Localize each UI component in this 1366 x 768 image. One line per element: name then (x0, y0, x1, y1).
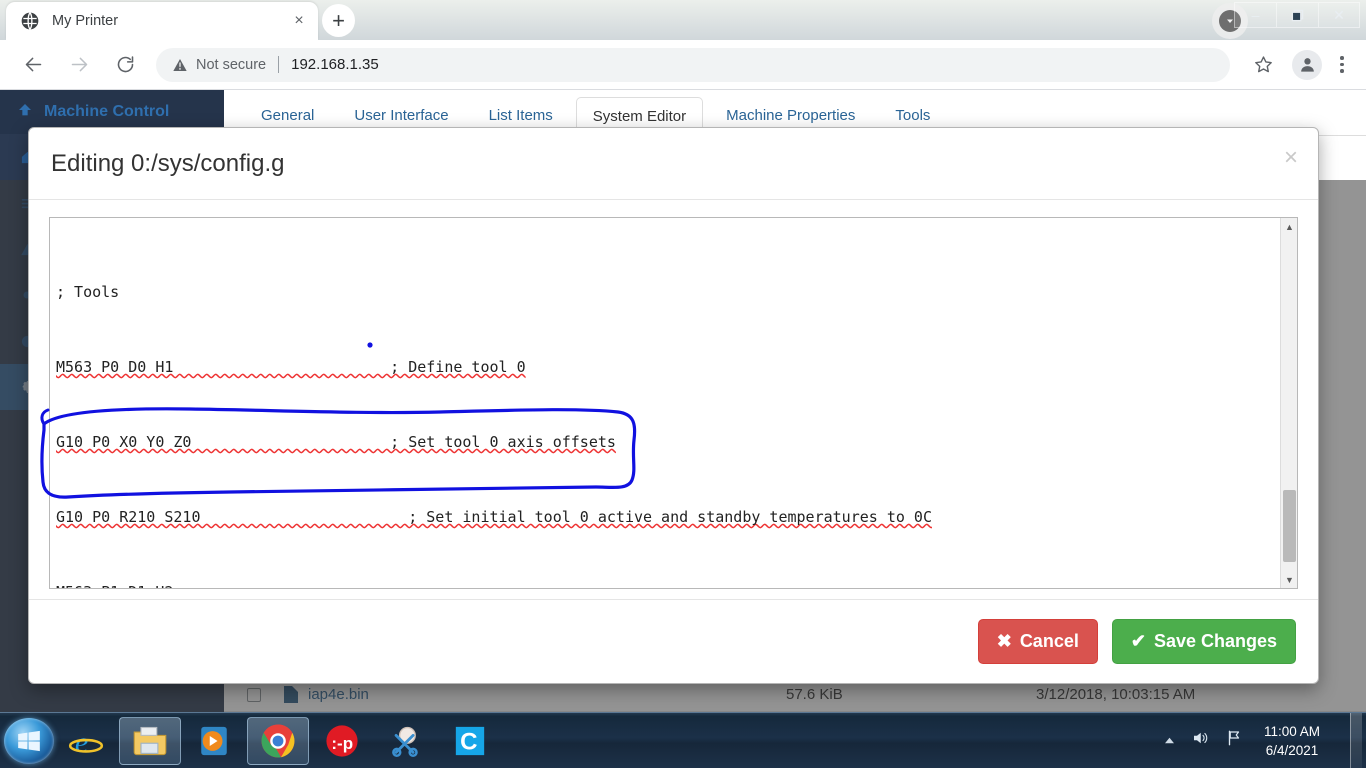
checkmark-icon: ✔ (1130, 631, 1146, 651)
security-status-text: Not secure (196, 56, 267, 73)
chrome-menu-button[interactable] (1328, 56, 1356, 73)
volume-icon[interactable] (1190, 729, 1210, 752)
close-x-icon: ✖ (996, 631, 1012, 651)
taskbar-clock[interactable]: 11:00 AM 6/4/2021 (1258, 722, 1332, 760)
chrome-browser-window: My Printer × + – ✕ Not secure 192.168.1.… (0, 0, 1366, 712)
internet-explorer-icon[interactable]: e (55, 717, 117, 765)
cancel-button[interactable]: ✖ Cancel (977, 619, 1098, 664)
svg-text:C: C (460, 728, 477, 755)
toolbar-right-actions (1240, 48, 1356, 82)
browser-toolbar: Not secure 192.168.1.35 (0, 40, 1366, 90)
code-line: ; Tools (56, 283, 120, 301)
profile-avatar[interactable] (1292, 49, 1322, 80)
clock-date: 6/4/2021 (1265, 742, 1319, 758)
dialog-footer: ✖ Cancel ✔ Save Changes (29, 599, 1318, 683)
dialog-body: ; Tools M563 P0 D0 H1 ; Define tool 0 G1… (29, 200, 1318, 599)
file-explorer-icon[interactable] (119, 716, 181, 765)
windows-taskbar: e:-p C 11:00 AM 6/4/2021 (0, 712, 1366, 768)
edit-file-dialog: Editing 0:/sys/config.g × ; Tools M563 P… (28, 127, 1319, 684)
code-line: G10 P0 X0 Y0 Z0 ; Set tool 0 axis offset… (56, 433, 616, 451)
code-line: M563 P1 D1 H2 (56, 580, 1274, 588)
code-line: M563 P0 D0 H1 ; Define tool 0 (56, 358, 526, 376)
address-bar[interactable]: Not secure 192.168.1.35 (156, 47, 1230, 82)
letter-c-icon[interactable]: C (439, 717, 501, 765)
url-text: 192.168.1.35 (291, 56, 379, 73)
back-button[interactable] (16, 48, 50, 82)
system-tray: 11:00 AM 6/4/2021 (1163, 712, 1366, 768)
windows-media-player-icon[interactable] (183, 717, 245, 765)
scrollbar-thumb[interactable] (1283, 490, 1296, 562)
scroll-down-icon[interactable]: ▼ (1281, 571, 1298, 588)
window-controls: – ✕ (1234, 2, 1360, 28)
new-tab-button[interactable]: + (322, 4, 355, 37)
save-button-label: Save Changes (1153, 631, 1277, 651)
windows-orb-icon[interactable] (4, 717, 54, 764)
minimize-button[interactable]: – (1234, 2, 1276, 28)
restore-button[interactable] (1276, 2, 1318, 28)
tab-strip: My Printer × + – ✕ (0, 0, 1366, 40)
editor-scrollbar[interactable]: ▲ ▼ (1280, 218, 1297, 588)
clock-time: 11:00 AM (1263, 723, 1320, 739)
close-icon[interactable]: × (288, 10, 310, 32)
tray-expand-chevron-icon[interactable] (1163, 732, 1176, 750)
show-desktop-button[interactable] (1350, 712, 1362, 768)
close-button[interactable]: ✕ (1318, 2, 1360, 28)
close-icon[interactable]: × (1284, 146, 1298, 170)
dialog-header: Editing 0:/sys/config.g × (29, 128, 1318, 200)
reload-button[interactable] (108, 48, 142, 82)
cancel-button-label: Cancel (1019, 631, 1079, 651)
not-secure-warning-icon[interactable] (172, 57, 188, 73)
code-editor[interactable]: ; Tools M563 P0 D0 H1 ; Define tool 0 G1… (49, 217, 1298, 589)
browser-tab[interactable]: My Printer × (6, 2, 318, 40)
browser-tab-title: My Printer (52, 13, 119, 29)
dialog-title: Editing 0:/sys/config.g (51, 149, 285, 177)
save-changes-button[interactable]: ✔ Save Changes (1111, 619, 1296, 664)
snipping-tool-icon[interactable] (375, 717, 437, 765)
network-flag-icon[interactable] (1224, 729, 1244, 752)
svg-text::-p: :-p (331, 733, 353, 752)
sidebar-header-label: Machine Control (44, 103, 170, 120)
machine-control-icon (16, 102, 34, 123)
omnibox-divider (278, 56, 280, 73)
scroll-up-icon[interactable]: ▲ (1281, 218, 1298, 235)
forward-button[interactable] (62, 48, 96, 82)
code-textarea[interactable]: ; Tools M563 P0 D0 H1 ; Define tool 0 G1… (50, 218, 1280, 588)
smiley-tongue-icon[interactable]: :-p (311, 717, 373, 765)
google-chrome-icon[interactable] (247, 716, 309, 765)
globe-icon (20, 11, 40, 31)
code-line: G10 P0 R210 S210 ; Set initial tool 0 ac… (56, 508, 932, 526)
screen: My Printer × + – ✕ Not secure 192.168.1.… (0, 0, 1366, 768)
bookmark-star-icon[interactable] (1246, 48, 1280, 82)
